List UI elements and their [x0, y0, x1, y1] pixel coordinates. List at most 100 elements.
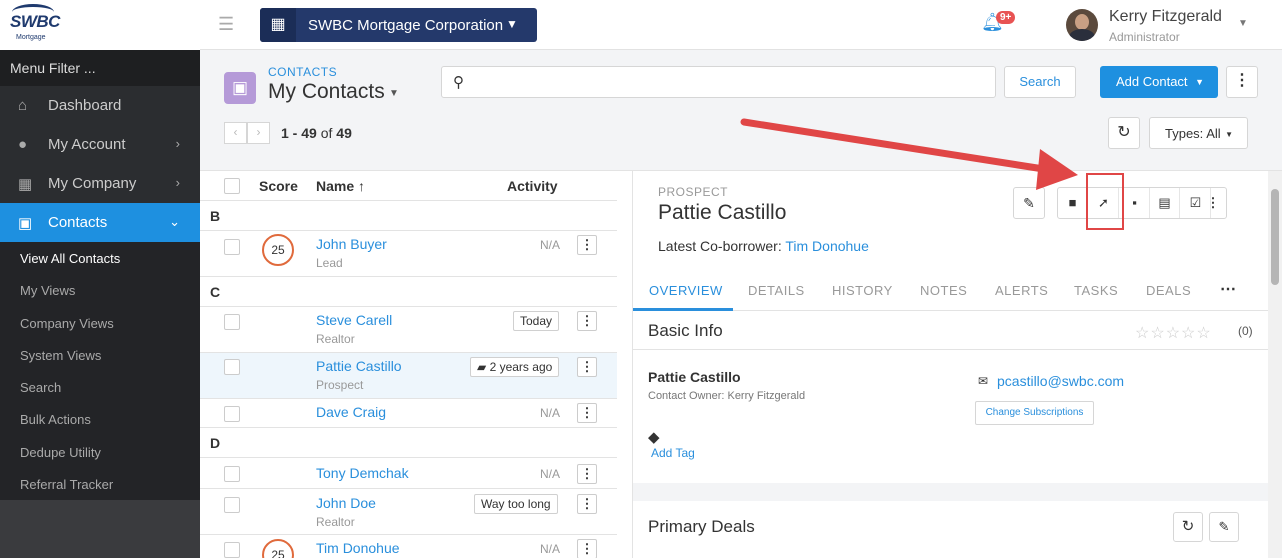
- sidebar-item-label: Contacts: [48, 214, 108, 231]
- row-menu-button[interactable]: ⋮: [577, 403, 597, 423]
- company-selector[interactable]: ▦ SWBC Mortgage Corporation ▼: [260, 8, 537, 42]
- scroll-thumb[interactable]: [1271, 189, 1279, 285]
- user-name[interactable]: Kerry Fitzgerald: [1109, 8, 1222, 26]
- calendar-icon[interactable]: ▤: [1150, 188, 1180, 218]
- tab-alerts[interactable]: ALERTS: [995, 283, 1048, 298]
- add-tag-link[interactable]: Add Tag: [651, 446, 695, 460]
- table-row[interactable]: Steve Carell Realtor Today ⋮: [200, 307, 617, 353]
- contact-name-link[interactable]: Dave Craig: [316, 404, 386, 420]
- contact-list: Score Name ↑ Activity B 25 John Buyer Le…: [200, 170, 832, 558]
- breadcrumb[interactable]: CONTACTS: [268, 65, 337, 79]
- submenu-search[interactable]: Search: [0, 371, 200, 403]
- contact-name-link[interactable]: John Buyer: [316, 236, 387, 252]
- row-menu-button[interactable]: ⋮: [577, 494, 597, 514]
- row-checkbox[interactable]: [224, 497, 240, 513]
- activity-badge[interactable]: Today: [513, 311, 560, 331]
- building-icon: ▦: [260, 8, 296, 42]
- prev-page-button[interactable]: ‹: [224, 122, 247, 144]
- row-menu-button[interactable]: ⋮: [577, 311, 597, 331]
- detail-scrollbar[interactable]: [1268, 171, 1282, 558]
- contacts-submenu: View All Contacts My Views Company Views…: [0, 242, 200, 501]
- activity-badge[interactable]: Way too long: [474, 494, 558, 514]
- record-count: 1 - 49 of 49: [281, 125, 352, 141]
- edit-pencil-icon[interactable]: ✎: [1013, 187, 1045, 219]
- tab-overview[interactable]: OVERVIEW: [649, 283, 723, 298]
- avatar[interactable]: [1066, 9, 1098, 41]
- activity: N/A: [540, 467, 561, 481]
- submenu-company-views[interactable]: Company Views: [0, 307, 200, 339]
- submenu-system-views[interactable]: System Views: [0, 339, 200, 371]
- row-menu-button[interactable]: ⋮: [577, 235, 597, 255]
- contact-actions-group: ■ ➚ ▪ ▤ ☑ ⋮: [1057, 187, 1227, 219]
- video-icon[interactable]: ■: [1058, 188, 1088, 218]
- sidebar-item-dashboard[interactable]: ⌂ Dashboard: [0, 86, 200, 125]
- more-options-button[interactable]: ⋮: [1226, 66, 1258, 98]
- table-row[interactable]: 25 John Buyer Lead N/A ⋮: [200, 231, 617, 277]
- note-icon[interactable]: ▪: [1120, 188, 1150, 218]
- menu-filter-input[interactable]: Menu Filter ...: [0, 50, 200, 86]
- table-row[interactable]: John Doe Realtor Way too long ⋮: [200, 489, 617, 535]
- next-page-button[interactable]: ›: [247, 122, 270, 144]
- change-subscriptions-button[interactable]: Change Subscriptions: [975, 401, 1094, 425]
- contact-name-link[interactable]: John Doe: [316, 495, 376, 511]
- row-checkbox[interactable]: [224, 359, 240, 375]
- more-actions-icon[interactable]: ⋮: [1198, 188, 1228, 218]
- active-tab-indicator: [633, 308, 733, 311]
- row-menu-button[interactable]: ⋮: [577, 464, 597, 484]
- email-link[interactable]: pcastillo@swbc.com: [997, 373, 1124, 389]
- row-checkbox[interactable]: [224, 314, 240, 330]
- sidebar-item-my-company[interactable]: ▦ My Company ›: [0, 164, 200, 203]
- search-button[interactable]: Search: [1004, 66, 1076, 98]
- types-filter-button[interactable]: Types: All ▼: [1149, 117, 1248, 149]
- logo[interactable]: SWBC Mortgage: [0, 0, 200, 50]
- column-name[interactable]: Name ↑: [316, 178, 365, 194]
- row-checkbox[interactable]: [224, 406, 240, 422]
- contact-owner: Contact Owner: Kerry Fitzgerald: [648, 390, 806, 402]
- edit-pencil-icon[interactable]: ✎: [1209, 512, 1239, 542]
- search-input[interactable]: [474, 72, 984, 92]
- column-activity[interactable]: Activity: [507, 178, 558, 194]
- sidebar-item-my-account[interactable]: ● My Account ›: [0, 125, 200, 164]
- table-row[interactable]: Pattie Castillo Prospect ▰ 2 years ago ⋮: [200, 353, 617, 399]
- tab-history[interactable]: HISTORY: [832, 283, 893, 298]
- submenu-referral-tracker[interactable]: Referral Tracker: [0, 468, 200, 500]
- contact-name-link[interactable]: Tim Donohue: [316, 540, 400, 556]
- column-score[interactable]: Score: [259, 178, 298, 194]
- contact-name-link[interactable]: Pattie Castillo: [316, 358, 402, 374]
- row-menu-button[interactable]: ⋮: [577, 539, 597, 558]
- add-contact-button[interactable]: Add Contact ▼: [1100, 66, 1218, 98]
- table-row[interactable]: 25 Tim Donohue N/A ⋮: [200, 535, 617, 558]
- select-all-checkbox[interactable]: [224, 178, 240, 194]
- page-title[interactable]: My Contacts: [268, 80, 385, 104]
- view-dropdown-caret-icon[interactable]: ▼: [389, 88, 399, 99]
- submenu-dedupe-utility[interactable]: Dedupe Utility: [0, 436, 200, 468]
- row-menu-button[interactable]: ⋮: [577, 357, 597, 377]
- submenu-my-views[interactable]: My Views: [0, 274, 200, 306]
- refresh-button[interactable]: ↻: [1108, 117, 1140, 149]
- tab-details[interactable]: DETAILS: [748, 283, 805, 298]
- table-row[interactable]: Tony Demchak N/A ⋮: [200, 458, 617, 489]
- sidebar-item-contacts[interactable]: ▣ Contacts ⌄: [0, 203, 200, 242]
- table-row[interactable]: Dave Craig N/A ⋮: [200, 399, 617, 428]
- submenu-bulk-actions[interactable]: Bulk Actions: [0, 403, 200, 435]
- refresh-icon[interactable]: ↻: [1173, 512, 1203, 542]
- tab-notes[interactable]: NOTES: [920, 283, 967, 298]
- row-checkbox[interactable]: [224, 239, 240, 255]
- co-borrower-link[interactable]: Tim Donohue: [785, 238, 869, 254]
- user-menu-caret-icon[interactable]: ▼: [1238, 18, 1248, 29]
- activity-badge[interactable]: ▰ 2 years ago: [470, 357, 560, 377]
- submenu-view-all-contacts[interactable]: View All Contacts: [0, 242, 200, 274]
- row-checkbox[interactable]: [224, 542, 240, 558]
- tab-tasks[interactable]: TASKS: [1074, 283, 1118, 298]
- sidebar-item-label: Dashboard: [48, 97, 122, 114]
- menu-toggle-icon[interactable]: ☰: [218, 14, 238, 34]
- tab-deals[interactable]: DEALS: [1146, 283, 1191, 298]
- contact-name-link[interactable]: Tony Demchak: [316, 465, 409, 481]
- add-contact-label: Add Contact: [1116, 74, 1188, 89]
- more-tabs-icon[interactable]: ⋯: [1220, 279, 1236, 299]
- rating-stars[interactable]: ☆☆☆☆☆: [1135, 323, 1212, 343]
- contact-name-link[interactable]: Steve Carell: [316, 312, 392, 328]
- row-checkbox[interactable]: [224, 466, 240, 482]
- user-icon: ●: [18, 136, 28, 153]
- search-field[interactable]: ⚲: [441, 66, 996, 98]
